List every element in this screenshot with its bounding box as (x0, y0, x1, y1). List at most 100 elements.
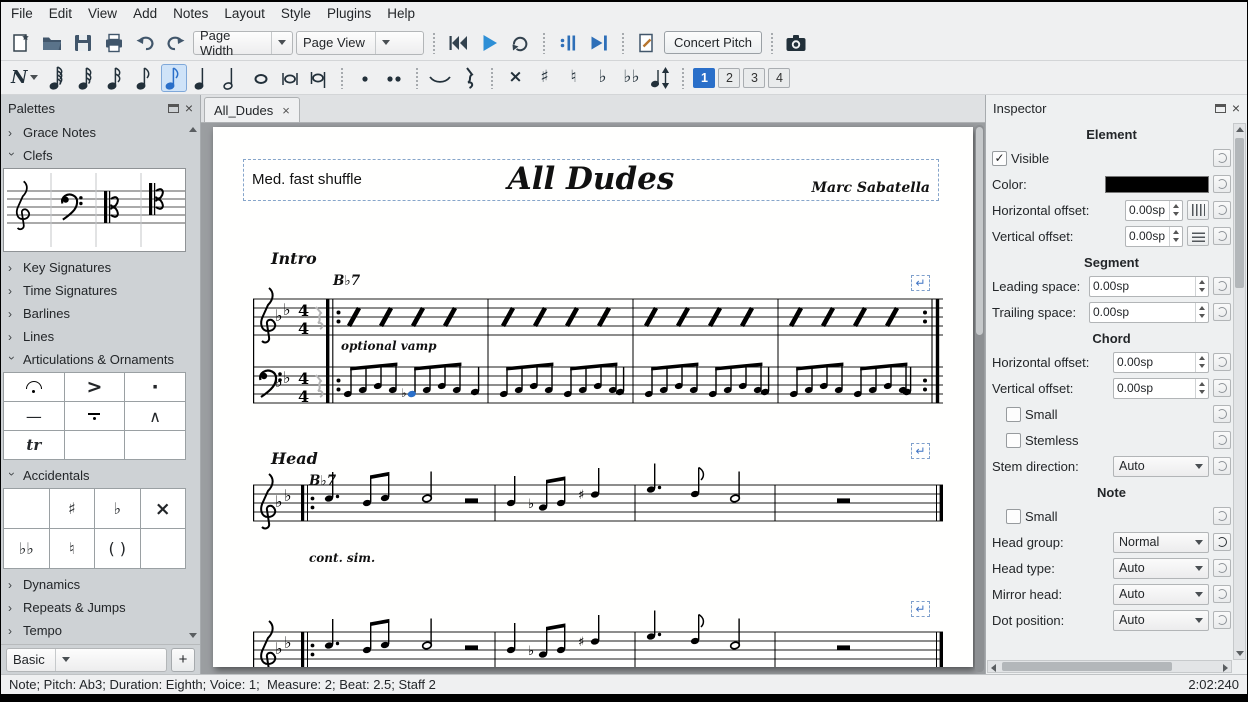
palette-item-grace-notes[interactable]: ›Grace Notes (1, 121, 188, 144)
toolbar-drag-handle[interactable] (415, 67, 419, 89)
tab-close-icon[interactable]: × (282, 104, 290, 117)
palette-cell-natural[interactable]: ♮ (50, 529, 95, 568)
palette-cell-empty[interactable] (141, 529, 186, 568)
stepper-icon[interactable] (1195, 353, 1208, 372)
float-panel-icon[interactable] (1215, 104, 1226, 113)
save-button[interactable] (69, 29, 97, 57)
palette-item-time-signatures[interactable]: ›Time Signatures (1, 279, 188, 302)
chord-vertical-offset-spinbox[interactable]: 0.00sp (1113, 378, 1209, 399)
palette-cell-double-sharp[interactable]: × (141, 489, 186, 528)
natural-button[interactable]: ♮ (560, 64, 586, 92)
stepper-icon[interactable] (1169, 201, 1182, 220)
vertical-offset-spinbox[interactable]: 0.00sp (1125, 226, 1183, 247)
workspace-select[interactable]: Basic (6, 648, 167, 672)
menu-help[interactable]: Help (379, 3, 423, 24)
score-canvas[interactable]: Med. fast shuffle All Dudes Marc Sabatel… (201, 123, 985, 674)
duration-16th-button[interactable] (103, 64, 129, 92)
edit-mode-button[interactable] (633, 29, 661, 57)
duration-64th-button[interactable] (45, 64, 71, 92)
score-tab[interactable]: All_Dudes × (204, 97, 300, 122)
palette-cell-flat[interactable]: ♭ (95, 489, 140, 528)
visible-checkbox[interactable] (992, 151, 1007, 166)
flat-button[interactable]: ♭ (589, 64, 615, 92)
palette-cell-trill[interactable]: tr (4, 431, 64, 459)
sharp-button[interactable]: ♯ (531, 64, 557, 92)
reset-note-small-button[interactable] (1213, 507, 1231, 525)
palette-cell-treble-clef[interactable] (17, 181, 29, 229)
reset-stemless-button[interactable] (1213, 431, 1231, 449)
scroll-left-icon[interactable] (991, 664, 996, 672)
stepper-icon[interactable] (1169, 227, 1182, 246)
add-workspace-button[interactable]: + (171, 648, 195, 672)
scrollbar-thumb[interactable] (976, 127, 983, 335)
scroll-down-icon[interactable] (1236, 651, 1244, 656)
palette-scroll-up-icon[interactable] (189, 127, 197, 132)
head-group-dropdown[interactable]: Normal (1113, 532, 1209, 553)
stepper-icon[interactable] (1195, 379, 1208, 398)
duration-breve-button[interactable] (277, 64, 303, 92)
palette-item-key-signatures[interactable]: ›Key Signatures (1, 256, 188, 279)
new-score-button[interactable] (7, 29, 35, 57)
head-type-dropdown[interactable]: Auto (1113, 558, 1209, 579)
concert-pitch-button[interactable]: Concert Pitch (664, 31, 762, 54)
inspector-horizontal-scrollbar[interactable] (987, 660, 1232, 673)
stemless-checkbox[interactable] (1006, 433, 1021, 448)
chord-horizontal-offset-spinbox[interactable]: 0.00sp (1113, 352, 1209, 373)
scroll-up-icon[interactable] (1236, 127, 1244, 132)
horizontal-offset-spinbox[interactable]: 0.00sp (1125, 200, 1183, 221)
voice-3-button[interactable]: 3 (743, 68, 765, 88)
toolbar-drag-handle[interactable] (681, 67, 685, 89)
inspector-vertical-scrollbar[interactable] (1233, 123, 1246, 660)
reset-trailing-space-button[interactable] (1213, 303, 1231, 321)
play-button[interactable] (475, 29, 503, 57)
reset-mirror-head-button[interactable] (1213, 585, 1231, 603)
palette-cell-empty[interactable] (65, 431, 125, 459)
palette-item-clefs[interactable]: ›Clefs (1, 144, 188, 167)
double-augmentation-dot-button[interactable] (381, 64, 407, 92)
palette-item-accidentals[interactable]: ›Accidentals (1, 464, 188, 487)
reset-visible-button[interactable] (1213, 149, 1231, 167)
duration-8th-unsel-button[interactable] (132, 64, 158, 92)
menu-layout[interactable]: Layout (216, 3, 273, 24)
snap-horizontal-button[interactable] (1187, 200, 1209, 220)
score-notation[interactable]: ♭ ♭ ♭ ♭ 4 4 4 4 (213, 127, 973, 667)
score-page[interactable]: Med. fast shuffle All Dudes Marc Sabatel… (213, 127, 973, 667)
menu-style[interactable]: Style (273, 3, 319, 24)
palette-item-repeats-jumps[interactable]: ›Repeats & Jumps (1, 596, 188, 619)
palette-cell-staccato[interactable]: · (125, 373, 185, 401)
double-flat-button[interactable]: ♭♭ (618, 64, 644, 92)
print-button[interactable] (100, 29, 128, 57)
palette-cell-parentheses[interactable]: ( ) (95, 529, 140, 568)
leading-space-spinbox[interactable]: 0.00sp (1089, 276, 1209, 297)
palette-cell-sharp[interactable]: ♯ (50, 489, 95, 528)
voice-2-button[interactable]: 2 (718, 68, 740, 88)
mirror-head-dropdown[interactable]: Auto (1113, 584, 1209, 605)
menu-view[interactable]: View (80, 3, 125, 24)
scroll-right-icon[interactable] (1223, 664, 1228, 672)
duration-whole-button[interactable] (248, 64, 274, 92)
voice-4-button[interactable]: 4 (768, 68, 790, 88)
palette-cell-fermata[interactable] (4, 373, 64, 401)
scrollbar-thumb[interactable] (1235, 138, 1244, 288)
palette-scroll-down-icon[interactable] (189, 633, 197, 638)
voice-1-button[interactable]: 1 (693, 68, 715, 88)
palette-item-lines[interactable]: ›Lines (1, 325, 188, 348)
toolbar-drag-handle[interactable] (621, 32, 625, 54)
palette-item-tempo[interactable]: ›Tempo (1, 619, 188, 642)
pan-playback-toggle[interactable] (585, 29, 613, 57)
scrollbar-thumb[interactable] (1002, 662, 1172, 671)
toolbar-drag-handle[interactable] (340, 67, 344, 89)
duration-longa-button[interactable] (306, 64, 332, 92)
menu-edit[interactable]: Edit (41, 3, 80, 24)
toolbar-drag-handle[interactable] (490, 67, 494, 89)
menu-plugins[interactable]: Plugins (319, 3, 379, 24)
augmentation-dot-button[interactable] (352, 64, 378, 92)
duration-eighth-button-selected[interactable] (161, 64, 187, 92)
reset-color-button[interactable] (1213, 175, 1231, 193)
redo-button[interactable] (162, 29, 190, 57)
snap-vertical-button[interactable] (1187, 226, 1209, 246)
palette-item-barlines[interactable]: ›Barlines (1, 302, 188, 325)
rewind-button[interactable] (444, 29, 472, 57)
stepper-icon[interactable] (1195, 277, 1208, 296)
color-swatch[interactable] (1105, 176, 1209, 193)
